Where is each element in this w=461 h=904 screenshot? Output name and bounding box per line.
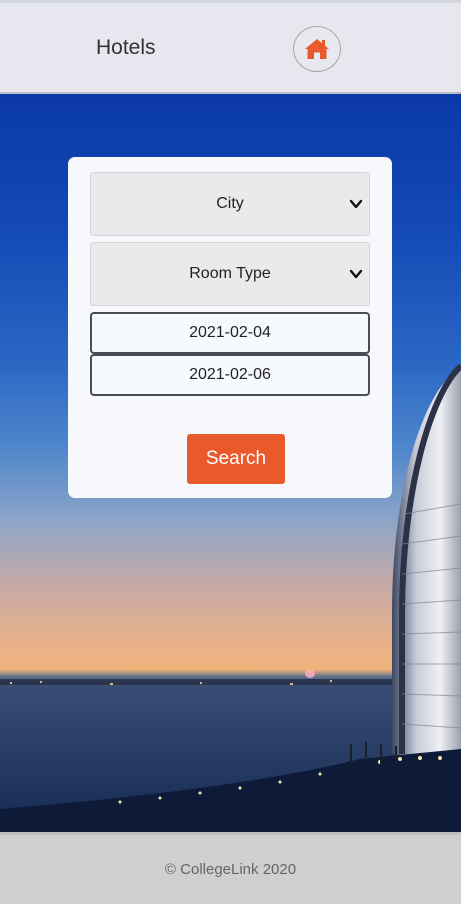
check-in-date-input[interactable]: 2021-02-04 [90, 312, 370, 354]
room-type-select[interactable]: Room Type [90, 242, 370, 306]
home-button[interactable] [293, 26, 341, 72]
top-navbar: Hotels [0, 0, 461, 94]
search-button[interactable]: Search [187, 434, 285, 484]
page-title: Hotels [96, 36, 156, 59]
room-type-select-value: Room Type [189, 265, 271, 282]
check-out-date-input[interactable]: 2021-02-06 [90, 354, 370, 396]
city-select-value: City [216, 195, 244, 212]
search-card: City Room Type 2021-02-04 2021-02-06 Sea… [68, 157, 392, 498]
chevron-down-icon [349, 269, 363, 279]
footer-copyright: © CollegeLink 2020 [164, 861, 297, 878]
chevron-down-icon [349, 199, 363, 209]
home-icon [305, 39, 329, 59]
city-select[interactable]: City [90, 172, 370, 236]
footer: © CollegeLink 2020 [0, 832, 461, 904]
